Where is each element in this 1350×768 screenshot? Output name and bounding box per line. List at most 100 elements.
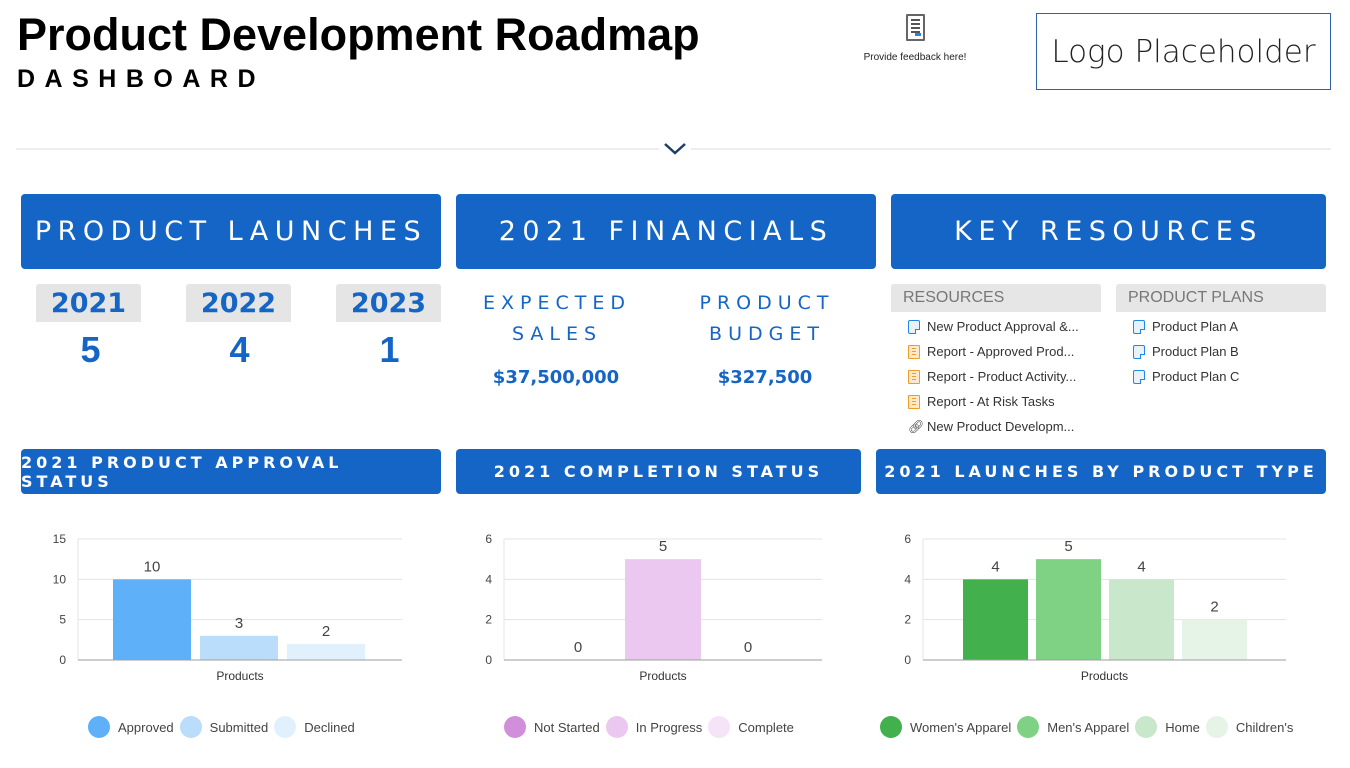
- product-plan-label: Product Plan B: [1152, 344, 1239, 359]
- y-tick-label: 5: [59, 613, 66, 627]
- y-tick-label: 6: [904, 532, 911, 546]
- legend-item[interactable]: Not Started: [504, 716, 600, 738]
- legend-label: Not Started: [534, 719, 600, 735]
- data-label: 3: [235, 615, 243, 632]
- legend-swatch-icon: [179, 716, 202, 738]
- logo-placeholder: Logo Placeholder: [1036, 13, 1331, 90]
- y-tick-label: 2: [485, 613, 492, 627]
- legend-item[interactable]: Complete: [708, 716, 794, 738]
- product-budget-value: $327,500: [717, 367, 813, 388]
- y-tick-label: 15: [53, 532, 67, 546]
- key-resources-banner: KEY RESOURCES: [891, 194, 1326, 269]
- product-plan-item[interactable]: Product Plan B: [1133, 339, 1239, 364]
- legend-item[interactable]: Approved: [88, 716, 174, 738]
- data-label: 5: [1064, 538, 1072, 555]
- bar-home: [1109, 579, 1174, 660]
- year-label-2022: 2022: [186, 284, 291, 322]
- resource-item-label: Report - Approved Prod...: [927, 344, 1075, 359]
- legend-label: Men's Apparel: [1047, 719, 1130, 735]
- resource-item[interactable]: Report - At Risk Tasks: [908, 389, 1079, 414]
- product-budget-label-line2: BUDGET: [709, 323, 825, 345]
- collapse-toggle[interactable]: [659, 137, 691, 161]
- legend-label: In Progress: [635, 719, 703, 735]
- data-label: 4: [991, 558, 999, 575]
- legend-item[interactable]: In Progress: [605, 716, 703, 738]
- sheet-icon: [1133, 344, 1145, 359]
- data-label: 0: [574, 639, 582, 656]
- x-axis-label: Products: [1081, 669, 1128, 683]
- y-tick-label: 4: [904, 572, 911, 586]
- product-plan-item[interactable]: Product Plan C: [1133, 364, 1239, 389]
- legend-swatch-icon: [88, 716, 110, 738]
- launches-by-type-legend: Women's Apparel Men's Apparel Home Children…: [880, 716, 1299, 738]
- legend-label: Women's Apparel: [910, 719, 1012, 735]
- y-tick-label: 2: [904, 613, 911, 627]
- sheet-icon: [1133, 319, 1145, 334]
- product-plan-label: Product Plan C: [1152, 369, 1240, 384]
- product-plans-header: PRODUCT PLANS: [1116, 284, 1326, 312]
- legend-item[interactable]: Home: [1135, 716, 1200, 738]
- sheet-icon: [908, 319, 920, 334]
- y-tick-label: 4: [485, 572, 492, 586]
- expected-sales-label: EXPECTED SALES: [457, 288, 657, 350]
- launches-by-type-banner: 2021 LAUNCHES BY PRODUCT TYPE: [876, 449, 1326, 494]
- resource-item[interactable]: Report - Product Activity...: [908, 364, 1079, 389]
- expected-sales-value: $37,500,000: [492, 367, 620, 388]
- resource-item[interactable]: 🔗︎ New Product Developm...: [908, 414, 1079, 439]
- approval-status-banner: 2021 PRODUCT APPROVAL STATUS: [21, 449, 441, 494]
- resource-item-label: Report - At Risk Tasks: [927, 394, 1055, 409]
- resources-list: New Product Approval &... Report - Appro…: [908, 314, 1079, 439]
- bar-submitted: [200, 635, 278, 660]
- expected-sales-label-line2: SALES: [511, 323, 603, 345]
- legend-item[interactable]: Men's Apparel: [1017, 716, 1129, 738]
- legend-label: Complete: [738, 719, 794, 735]
- data-label: 4: [1137, 558, 1145, 575]
- product-budget-label-line1: PRODUCT: [699, 292, 835, 314]
- y-tick-label: 6: [485, 532, 492, 546]
- y-tick-label: 10: [53, 572, 67, 586]
- launches-by-type-chart: 0 2 4 6 4 5 4 2 Products: [904, 532, 1286, 683]
- legend-item[interactable]: Declined: [274, 716, 355, 738]
- y-tick-label: 0: [485, 653, 492, 667]
- legend-swatch-icon: [708, 716, 731, 738]
- legend-swatch-icon: [1017, 716, 1040, 738]
- legend-label: Submitted: [209, 719, 269, 735]
- data-label: 2: [1210, 599, 1218, 616]
- bar-approved: [113, 579, 191, 660]
- legend-swatch-icon: [274, 716, 297, 738]
- resource-item-label: Report - Product Activity...: [927, 369, 1077, 384]
- approval-status-legend: Approved Submitted Declined: [88, 716, 361, 738]
- legend-swatch-icon: [605, 716, 628, 738]
- x-axis-label: Products: [639, 669, 686, 683]
- launch-count-2022: 4: [229, 329, 250, 370]
- chevron-down-icon: [664, 143, 686, 155]
- completion-status-banner: 2021 COMPLETION STATUS: [456, 449, 861, 494]
- resource-item[interactable]: Report - Approved Prod...: [908, 339, 1079, 364]
- bar-children-s: [1182, 619, 1247, 660]
- product-plan-label: Product Plan A: [1152, 319, 1238, 334]
- feedback-link[interactable]: Provide feedback here!: [848, 14, 982, 63]
- year-label-2021: 2021: [36, 284, 141, 322]
- product-plan-item[interactable]: Product Plan A: [1133, 314, 1239, 339]
- legend-swatch-icon: [880, 716, 902, 738]
- legend-item[interactable]: Submitted: [179, 716, 269, 738]
- year-label-2023: 2023: [336, 284, 441, 322]
- legend-label: Declined: [304, 719, 355, 735]
- y-tick-label: 0: [59, 653, 66, 667]
- x-axis-label: Products: [216, 669, 263, 683]
- legend-item[interactable]: Children's: [1205, 716, 1294, 738]
- legend-item[interactable]: Women's Apparel: [880, 716, 1011, 738]
- launch-count-2021: 5: [80, 329, 101, 370]
- sheet-icon: [1133, 369, 1145, 384]
- resource-item[interactable]: New Product Approval &...: [908, 314, 1079, 339]
- feedback-label: Provide feedback here!: [863, 52, 967, 63]
- report-icon: [908, 344, 920, 359]
- resources-header: RESOURCES: [891, 284, 1101, 312]
- link-icon: 🔗︎: [908, 418, 925, 434]
- resource-item-label: New Product Developm...: [927, 419, 1075, 434]
- bar-declined: [287, 643, 365, 660]
- legend-label: Children's: [1235, 719, 1294, 735]
- product-plans-list: Product Plan A Product Plan B Product Pl…: [1133, 314, 1239, 389]
- document-icon: [905, 14, 925, 41]
- legend-swatch-icon: [1205, 716, 1228, 738]
